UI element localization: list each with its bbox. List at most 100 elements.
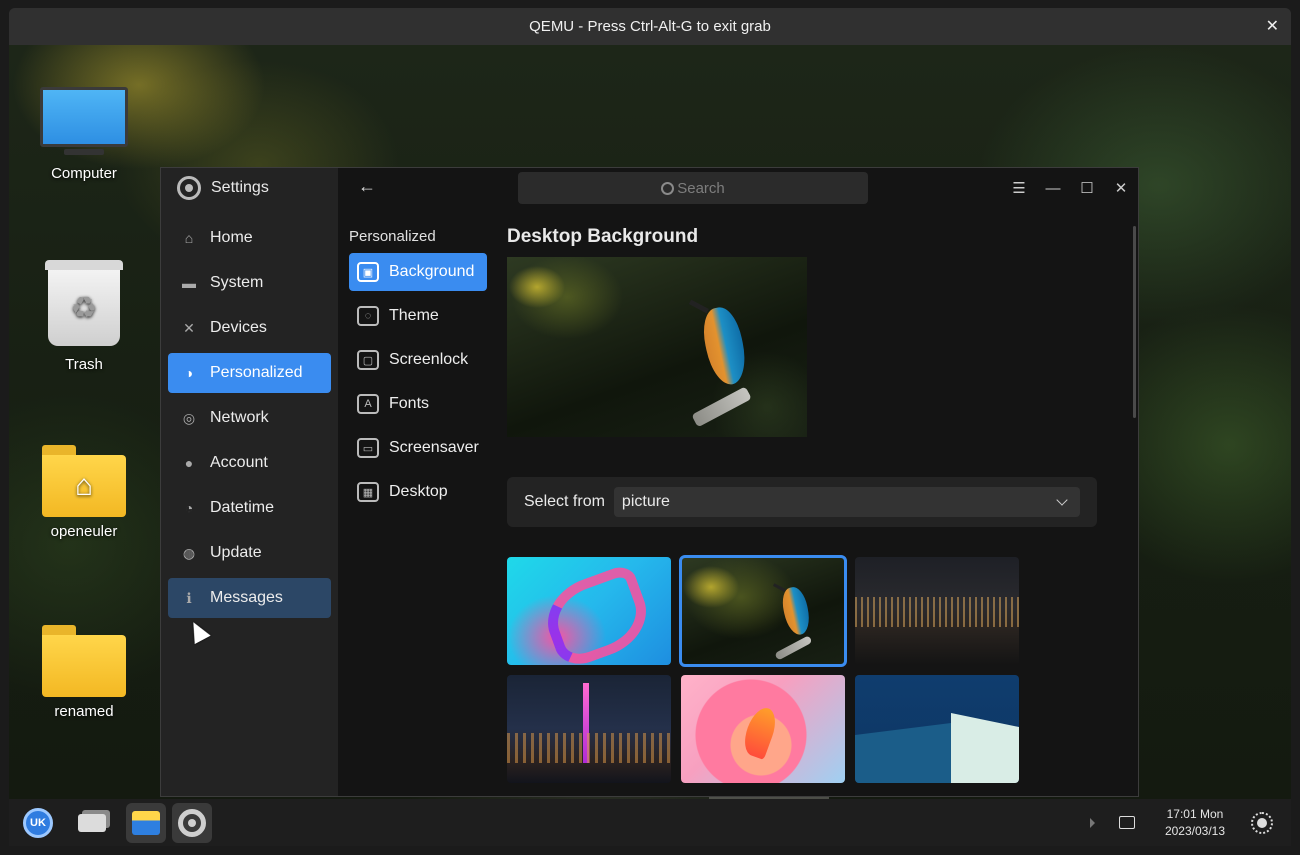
page-title: Desktop Background [507,226,699,247]
chevron-down-icon [1056,494,1068,506]
submenu-item-fonts[interactable]: A Fonts [349,385,487,423]
maximize-icon[interactable]: ☐ [1070,168,1104,208]
wallpaper-thumb[interactable] [855,675,1019,783]
submenu-item-background[interactable]: ▣ Background [349,253,487,291]
wallpaper-thumb[interactable] [507,675,671,783]
notification-icon[interactable] [1118,816,1135,829]
wallpaper-thumb[interactable] [855,557,1019,665]
clock-date: 2023/03/13 [1164,823,1225,838]
menu-icon[interactable]: ☰ [1002,168,1036,208]
monitor-icon: ▬ [182,275,196,291]
wallpaper-grid [507,555,1107,783]
sidebar-item-system[interactable]: ▬ System [168,263,331,303]
submenu-title: Personalized [349,228,436,245]
tray-expand-icon[interactable] [1089,817,1095,828]
submenu-item-label: Theme [389,307,439,324]
qemu-window: QEMU - Press Ctrl-Alt-G to exit grab ✕ C… [9,8,1291,846]
folder-icon [42,625,126,697]
scrollbar[interactable] [1133,226,1136,418]
desktop-icon-openeuler[interactable]: ⌂ openeuler [29,445,139,540]
file-manager-button[interactable] [126,802,166,843]
submenu-item-label: Screensaver [389,439,479,456]
back-arrow-icon[interactable]: ← [358,176,376,197]
wallpaper-thumb-selected[interactable] [679,555,847,667]
system-tray: 17:01 Mon 2023/03/13 [1089,799,1291,846]
submenu-item-label: Fonts [389,395,430,412]
submenu-item-label: Screenlock [389,351,469,368]
file-manager-icon [132,810,160,835]
home-icon: ⌂ [184,230,194,246]
desktop-icon: ▦ [357,482,379,502]
computer-icon [40,87,128,157]
desktop-icon-trash[interactable]: ♻ Trash [29,260,139,373]
user-icon: ● [184,455,194,471]
sidebar-item-datetime[interactable]: ◔ Datetime [168,488,331,528]
wallpaper-thumb[interactable] [507,557,671,665]
select-source-label: Select from [524,493,605,510]
close-icon[interactable]: ✕ [1104,168,1138,208]
sidebar-item-messages[interactable]: ℹ Messages [168,578,331,618]
font-icon: A [357,394,379,414]
settings-sidebar: Settings ⌂ Home ▬ System ✕ Devices ◑ Persona… [161,168,338,796]
sidebar-item-label: Update [210,544,262,561]
minimize-icon[interactable]: — [1036,168,1070,208]
select-source-value: picture [621,493,670,510]
background-preview [507,257,807,437]
trash-icon: ♻ [45,260,123,348]
update-icon: ◍ [182,544,196,561]
palette-icon: ◌ [357,306,379,326]
screensaver-icon: ▭ [357,438,379,458]
settings-title: Settings [211,179,269,196]
multitask-view-button[interactable] [72,803,112,843]
sidebar-item-account[interactable]: ● Account [168,443,331,483]
settings-taskbar-button[interactable] [172,802,212,843]
info-icon: ℹ [186,589,192,606]
start-icon: UK [23,807,53,838]
sidebar-item-home[interactable]: ⌂ Home [168,218,331,258]
search-placeholder: Search [677,179,725,197]
sidebar-item-personalized[interactable]: ◑ Personalized [168,353,331,393]
desktop-icon-renamed[interactable]: renamed [29,625,139,720]
multitask-icon [78,813,106,832]
sidebar-item-label: Home [210,229,253,246]
qemu-title: QEMU - Press Ctrl-Alt-G to exit grab [529,18,771,35]
sidebar-item-label: Account [210,454,268,471]
personalized-submenu: Personalized ▣ Background ◌ Theme ▢ Screenl… [349,228,487,517]
select-source-row: Select from picture [507,477,1097,527]
sidebar-item-label: Personalized [210,364,303,381]
submenu-item-label: Background [389,263,475,280]
submenu-item-desktop[interactable]: ▦ Desktop [349,473,487,511]
sidebar-item-network[interactable]: ◎ Network [168,398,331,438]
globe-icon: ◎ [182,409,196,426]
qemu-titlebar: QEMU - Press Ctrl-Alt-G to exit grab ✕ [9,8,1291,45]
close-icon[interactable]: ✕ [1266,16,1279,36]
sidebar-item-label: Messages [210,589,283,606]
desktop: Computer ♻ Trash ⌂ openeuler renamed Set… [9,45,1291,799]
sidebar-item-devices[interactable]: ✕ Devices [168,308,331,348]
desktop-icon-label: renamed [54,703,114,720]
window-controls: ☰ — ☐ ✕ [1002,168,1138,208]
select-source-dropdown[interactable]: picture [613,487,1080,517]
clock[interactable]: 17:01 Mon 2023/03/13 [1165,806,1225,840]
desktop-icon-label: Trash [65,356,103,373]
screenlock-icon: ▢ [357,350,379,370]
background-panel: Desktop Background Select from picture [507,226,1107,783]
sidebar-item-label: Network [210,409,269,426]
image-icon: ▣ [357,262,379,282]
home-folder-icon: ⌂ [42,445,126,517]
clock-time: 17:01 Mon [1166,806,1224,821]
settings-logo-icon [177,176,201,200]
submenu-item-label: Desktop [389,483,448,500]
desktop-icon-computer[interactable]: Computer [29,87,139,182]
submenu-item-screenlock[interactable]: ▢ Screenlock [349,341,487,379]
wallpaper-thumb[interactable] [681,675,845,783]
brightness-icon[interactable] [1251,811,1273,834]
submenu-item-theme[interactable]: ◌ Theme [349,297,487,335]
sidebar-item-update[interactable]: ◍ Update [168,533,331,573]
start-menu-button[interactable]: UK [18,803,58,843]
taskbar: UK 17:01 Mon 2023/03/13 [9,799,1291,846]
devices-icon: ✕ [183,319,195,336]
search-input[interactable]: Search [518,172,868,204]
settings-header: Settings [161,168,338,208]
submenu-item-screensaver[interactable]: ▭ Screensaver [349,429,487,467]
